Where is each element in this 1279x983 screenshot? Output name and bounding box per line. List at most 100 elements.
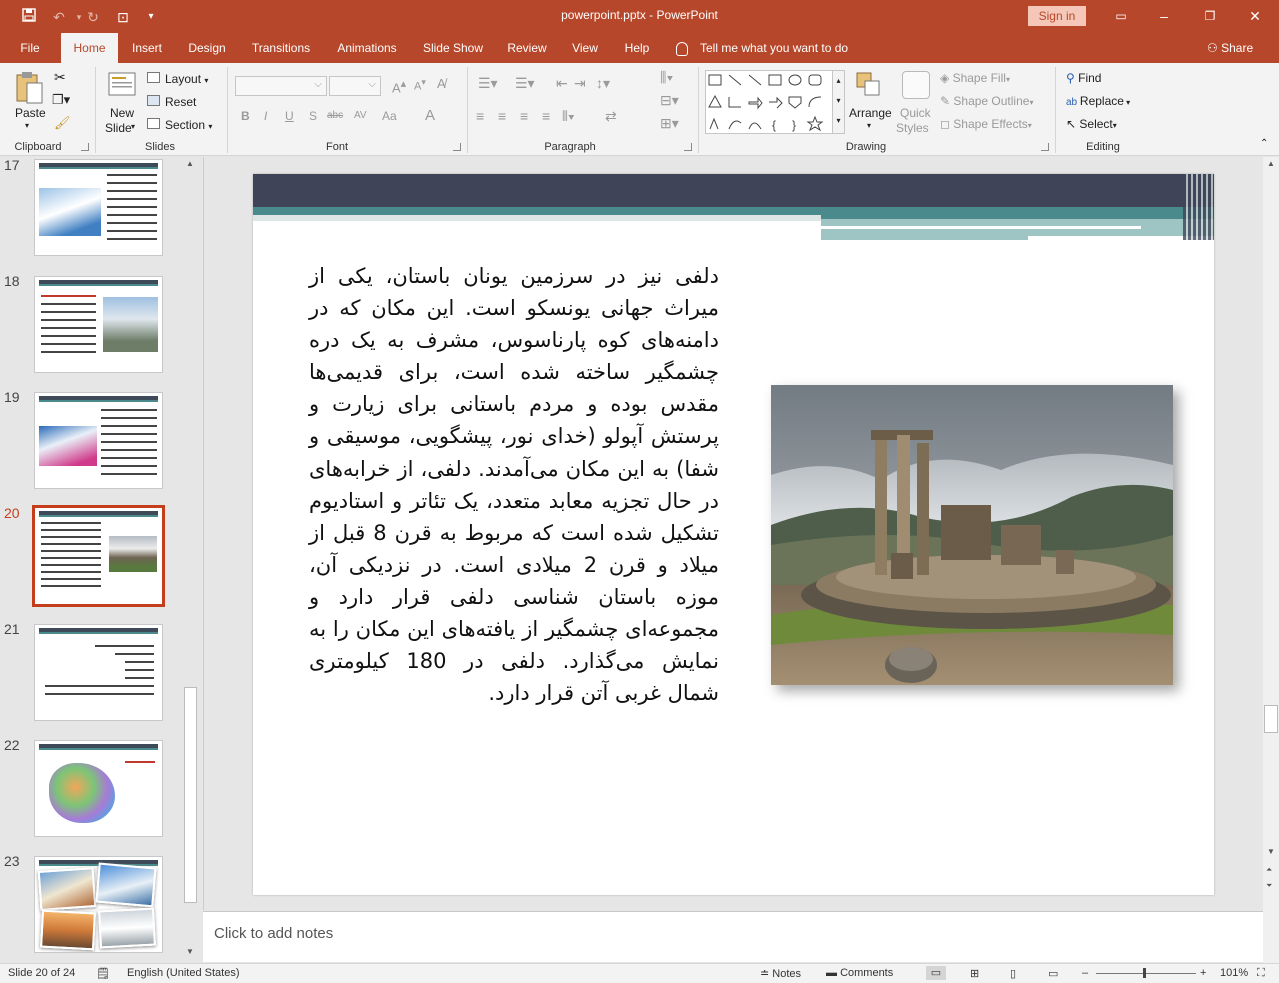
replace-button[interactable]: ab Replace ▾ <box>1066 94 1130 108</box>
paste-button[interactable]: Paste <box>15 106 46 120</box>
thumbnails-scrollbar[interactable]: ▲ ▼ <box>183 157 199 963</box>
shape-fill-button[interactable]: ◈ Shape Fill▾ <box>940 71 1010 85</box>
clipboard-launcher-icon[interactable] <box>81 143 89 151</box>
notes-pane[interactable]: Click to add notes <box>203 911 1263 962</box>
shape-outline-button[interactable]: ✎ Shape Outline▾ <box>940 94 1033 108</box>
section-button[interactable]: Section ▾ <box>165 118 212 132</box>
paste-dropdown-icon[interactable]: ▾ <box>25 121 29 130</box>
restore-button[interactable]: ❐ <box>1195 5 1225 27</box>
align-text-icon[interactable]: ⊟▾ <box>660 92 679 109</box>
scroll-up-icon[interactable]: ▲ <box>1267 159 1275 168</box>
zoom-slider-thumb[interactable] <box>1143 968 1146 978</box>
shadow-button[interactable]: S <box>309 109 317 123</box>
tab-animations[interactable]: Animations <box>328 33 406 63</box>
numbering-icon[interactable]: ☰▾ <box>515 75 535 92</box>
close-button[interactable]: ✕ <box>1240 5 1270 27</box>
zoom-slider[interactable] <box>1096 973 1196 974</box>
arrange-dropdown-icon[interactable]: ▾ <box>867 121 871 130</box>
slide-thumbnail-23[interactable] <box>34 856 163 953</box>
save-icon[interactable] <box>18 7 40 27</box>
arrange-button[interactable]: Arrange <box>849 106 892 120</box>
slide-sorter-icon[interactable]: ⊞ <box>970 967 979 980</box>
gallery-scroll[interactable]: ▴ ▾ ▾ <box>832 71 844 133</box>
smartart-icon[interactable]: ⊞▾ <box>660 115 679 132</box>
new-slide-icon[interactable] <box>107 70 137 103</box>
text-direction-icon[interactable]: ⇄ <box>605 108 617 125</box>
new-slide-dropdown-icon[interactable]: ▾ <box>131 122 135 131</box>
paste-icon[interactable] <box>14 71 44 108</box>
layout-button[interactable]: Layout ▾ <box>165 72 208 86</box>
change-case-button[interactable]: Aa <box>382 109 397 123</box>
columns-icon[interactable]: ⫴▾ <box>562 108 575 125</box>
start-from-beginning-icon[interactable]: ⊡ <box>112 7 134 27</box>
new-slide-label[interactable]: New <box>110 106 134 120</box>
tab-file[interactable]: File <box>8 33 52 63</box>
align-left-icon[interactable]: ≡ <box>476 108 484 124</box>
previous-slide-icon[interactable]: ⏶ <box>1266 865 1272 875</box>
bold-button[interactable]: B <box>241 109 250 123</box>
character-spacing-button[interactable]: AV <box>354 110 367 121</box>
ribbon-display-options-icon[interactable]: ▭ <box>1106 5 1136 27</box>
notes-button[interactable]: ≐ Notes <box>760 967 801 980</box>
font-color-button[interactable]: A <box>425 107 435 124</box>
comments-button[interactable]: ▬ Comments <box>826 967 893 979</box>
clear-formatting-icon[interactable]: A̸ <box>437 76 446 91</box>
tab-slide-show[interactable]: Slide Show <box>416 33 490 63</box>
slide-thumbnail-21[interactable] <box>34 624 163 721</box>
scroll-thumb[interactable] <box>184 687 197 903</box>
increase-font-icon[interactable]: A▴ <box>392 77 406 95</box>
next-slide-icon[interactable]: ⏷ <box>1266 881 1272 891</box>
tab-transitions[interactable]: Transitions <box>244 33 318 63</box>
zoom-level[interactable]: 101% <box>1220 967 1248 979</box>
collapse-ribbon-icon[interactable]: ⌃ <box>1260 138 1268 149</box>
increase-indent-icon[interactable]: ⇥ <box>574 75 586 92</box>
scroll-down-icon[interactable]: ▼ <box>1267 847 1275 856</box>
slide-scrollbar[interactable]: ▲ ▼ ⏶ ⏷ <box>1263 157 1279 963</box>
tab-help[interactable]: Help <box>616 33 658 63</box>
quick-styles-icon[interactable] <box>902 71 930 99</box>
shapes-gallery[interactable]: { } ▴ ▾ ▾ <box>705 70 845 134</box>
line-spacing-icon[interactable]: ↕▾ <box>596 75 610 92</box>
zoom-out-icon[interactable]: – <box>1082 967 1088 979</box>
slide-thumbnail-20[interactable] <box>32 505 165 607</box>
customize-toolbar-icon[interactable]: ▾ <box>140 7 162 27</box>
align-right-icon[interactable]: ≡ <box>520 108 528 124</box>
align-center-icon[interactable]: ≡ <box>498 108 506 124</box>
text-direction-icon-2[interactable]: ⫼▾ <box>660 69 673 86</box>
fit-slide-icon[interactable]: ⛶ <box>1257 967 1265 980</box>
new-slide-label-2[interactable]: Slide <box>105 121 132 135</box>
slide-thumbnail-18[interactable] <box>34 276 163 373</box>
tab-insert[interactable]: Insert <box>124 33 170 63</box>
tab-view[interactable]: View <box>564 33 606 63</box>
scroll-up-icon[interactable]: ▲ <box>186 159 194 168</box>
arrange-icon[interactable] <box>855 71 883 102</box>
strikethrough-button[interactable]: abc <box>327 110 343 121</box>
tab-home[interactable]: Home <box>61 33 118 63</box>
language-indicator[interactable]: English (United States) <box>127 967 240 979</box>
underline-button[interactable]: U <box>285 109 294 123</box>
delphi-tholos-photo[interactable] <box>771 385 1173 685</box>
tell-me-box[interactable]: Tell me what you want to do <box>676 33 848 63</box>
format-painter-icon[interactable]: 🖌 <box>54 115 71 131</box>
slide-body-text[interactable]: دلفی نیز در سرزمین یونان باستان، یکی از … <box>309 260 719 709</box>
find-button[interactable]: ⚲ Find <box>1066 71 1101 85</box>
font-launcher-icon[interactable] <box>453 143 461 151</box>
reading-view-icon[interactable]: ▯ <box>1010 967 1016 980</box>
shape-effects-button[interactable]: ◻ Shape Effects▾ <box>940 117 1032 131</box>
normal-view-icon[interactable]: ▭ <box>926 966 946 980</box>
select-button[interactable]: ↖ Select▾ <box>1066 117 1117 131</box>
italic-button[interactable]: I <box>264 109 267 123</box>
zoom-in-icon[interactable]: + <box>1200 967 1206 979</box>
decrease-font-icon[interactable]: A▾ <box>414 77 426 93</box>
tab-review[interactable]: Review <box>500 33 554 63</box>
decrease-indent-icon[interactable]: ⇤ <box>556 75 568 92</box>
copy-icon[interactable]: ❐▾ <box>52 92 70 108</box>
share-button[interactable]: ⚇ Share <box>1207 33 1253 63</box>
slide-thumbnail-17[interactable] <box>34 159 163 256</box>
redo-icon[interactable]: ↻ <box>82 7 104 27</box>
minimize-button[interactable]: – <box>1149 5 1179 27</box>
cut-icon[interactable]: ✂ <box>54 69 66 86</box>
bullets-icon[interactable]: ☰▾ <box>478 75 498 92</box>
font-name-select[interactable]: ⌵ <box>235 76 327 96</box>
quick-styles-label-2[interactable]: Styles <box>896 121 929 135</box>
